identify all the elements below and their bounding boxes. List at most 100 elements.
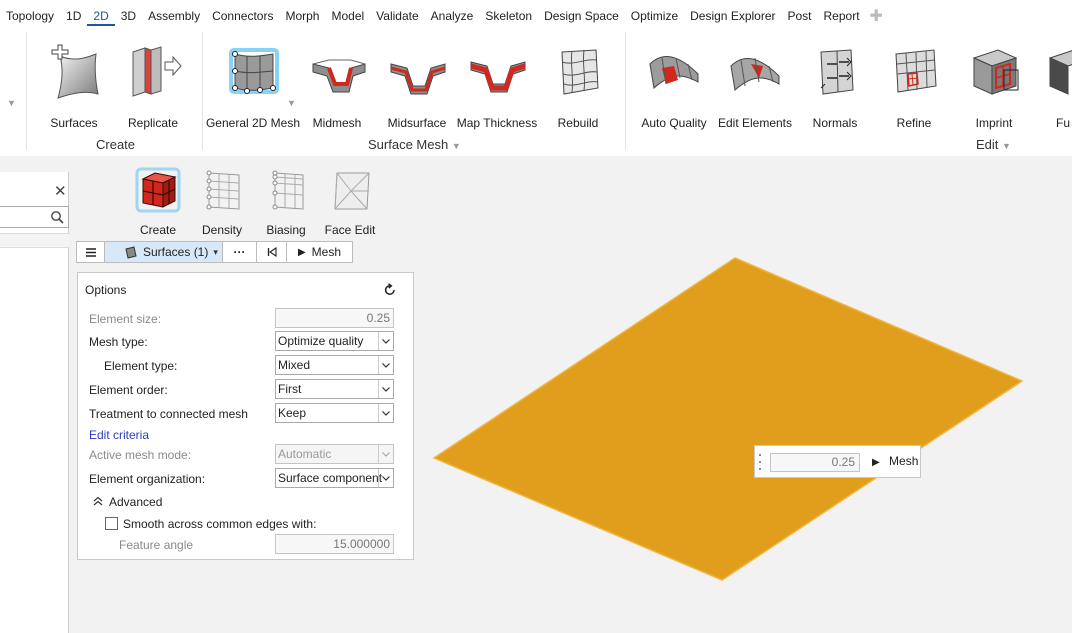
ribbon: ▼ Surfaces Replicate Create General 2D M… bbox=[0, 32, 1072, 156]
rebuild-button[interactable]: Rebuild bbox=[536, 40, 620, 136]
mesh-mini-button[interactable]: ▶ Mesh bbox=[872, 454, 918, 468]
mesh-type-select[interactable]: Optimize quality bbox=[275, 331, 394, 351]
browser-search-input[interactable] bbox=[0, 206, 69, 228]
hamburger-menu-button[interactable] bbox=[77, 242, 105, 262]
treatment-select[interactable]: Keep bbox=[275, 403, 394, 423]
map-thickness-icon bbox=[470, 61, 526, 93]
edit-group-label[interactable]: Edit ▼ bbox=[976, 137, 1011, 152]
menu-assembly[interactable]: Assembly bbox=[142, 6, 206, 26]
active-mesh-mode-select[interactable]: Automatic bbox=[275, 444, 394, 464]
menu-post[interactable]: Post bbox=[782, 6, 818, 26]
browser-column-header bbox=[0, 233, 69, 248]
reset-selection-button[interactable] bbox=[257, 242, 287, 262]
play-icon: ▶ bbox=[872, 457, 880, 468]
element-size-input[interactable]: 0.25 bbox=[275, 308, 394, 328]
red-cube-icon bbox=[135, 167, 181, 213]
reset-icon[interactable] bbox=[383, 283, 397, 297]
face-edit-label: Face Edit bbox=[324, 223, 376, 237]
chevron-down-icon bbox=[378, 404, 393, 422]
imprint-button[interactable]: Imprint bbox=[952, 40, 1036, 136]
chevron-down-icon bbox=[378, 380, 393, 398]
menu-3d[interactable]: 3D bbox=[115, 6, 142, 26]
menu-report[interactable]: Report bbox=[818, 6, 866, 26]
search-icon[interactable] bbox=[50, 210, 64, 224]
replicate-button[interactable]: Replicate bbox=[111, 40, 195, 136]
surface-mesh-group-label[interactable]: Surface Mesh ▼ bbox=[368, 137, 461, 152]
selection-text: Surfaces (1) bbox=[143, 245, 209, 259]
element-organization-label: Element organization: bbox=[89, 472, 206, 486]
edit-caret-icon: ▼ bbox=[1002, 141, 1011, 151]
replicate-icon bbox=[132, 46, 182, 97]
surfaces-icon bbox=[51, 44, 99, 99]
mesh-run-button[interactable]: ▶ Mesh bbox=[287, 242, 352, 262]
menu-2d[interactable]: 2D bbox=[87, 6, 115, 26]
feature-angle-row: Feature angle 15.000000 bbox=[78, 534, 415, 556]
advanced-toggle[interactable]: Advanced bbox=[78, 491, 415, 513]
surface-mesh-caret-icon: ▼ bbox=[451, 141, 461, 151]
surface-mesh-group-text: Surface Mesh bbox=[368, 137, 449, 152]
active-mesh-mode-row: Active mesh mode: Automatic bbox=[78, 444, 415, 466]
add-tab-icon[interactable]: ✚ bbox=[870, 6, 883, 26]
menu-design-explorer[interactable]: Design Explorer bbox=[684, 6, 781, 26]
edit-criteria-link[interactable]: Edit criteria bbox=[89, 428, 149, 442]
element-size-mini-input[interactable]: 0.25 bbox=[770, 453, 860, 472]
graphics-viewport[interactable] bbox=[420, 240, 1072, 633]
general-2d-mesh-button[interactable]: General 2D Mesh ▼ bbox=[206, 40, 300, 136]
chevron-down-icon bbox=[378, 332, 393, 350]
treatment-row: Treatment to connected mesh Keep bbox=[78, 403, 415, 425]
chevron-down-icon bbox=[378, 469, 393, 487]
menu-1d[interactable]: 1D bbox=[60, 6, 87, 26]
element-type-select[interactable]: Mixed bbox=[275, 355, 394, 375]
element-organization-select[interactable]: Surface component bbox=[275, 468, 394, 488]
density-icon bbox=[206, 170, 240, 210]
close-icon[interactable]: ✕ bbox=[54, 182, 67, 200]
smooth-label: Smooth across common edges with: bbox=[123, 517, 317, 531]
model-browser-panel: ✕ bbox=[0, 172, 69, 633]
surface-selector-icon bbox=[125, 245, 137, 259]
element-size-label: Element size: bbox=[89, 312, 162, 326]
menu-model[interactable]: Model bbox=[325, 6, 370, 26]
edit-group-text: Edit bbox=[976, 137, 999, 152]
selection-dropdown-icon: ▾ bbox=[213, 246, 218, 257]
collapse-caret-icon[interactable]: ▼ bbox=[7, 98, 16, 108]
normals-icon bbox=[820, 49, 854, 95]
ribbon-separator bbox=[26, 32, 27, 150]
menu-validate[interactable]: Validate bbox=[370, 6, 424, 26]
element-type-label: Element type: bbox=[104, 359, 178, 373]
drag-handle-icon[interactable] bbox=[758, 452, 762, 472]
fuse-icon bbox=[1048, 50, 1072, 95]
map-thickness-button[interactable]: Map Thickness bbox=[455, 40, 539, 136]
mesh-type-value: Optimize quality bbox=[278, 334, 364, 348]
element-type-row: Element type: Mixed bbox=[78, 355, 415, 377]
menu-connectors[interactable]: Connectors bbox=[206, 6, 279, 26]
chevron-down-icon bbox=[378, 445, 393, 463]
auto-quality-icon bbox=[649, 56, 699, 89]
menu-skeleton[interactable]: Skeleton bbox=[479, 6, 538, 26]
refine-icon bbox=[895, 49, 937, 93]
menu-analyze[interactable]: Analyze bbox=[425, 6, 480, 26]
face-edit-button[interactable]: Face Edit bbox=[318, 165, 382, 237]
feature-angle-input[interactable]: 15.000000 bbox=[275, 534, 394, 554]
general-2d-mesh-icon bbox=[229, 48, 279, 94]
face-edit-icon bbox=[334, 172, 370, 210]
surfaces-selector[interactable]: Surfaces (1) ▾ bbox=[105, 242, 223, 262]
edit-criteria-row: Edit criteria bbox=[78, 424, 415, 446]
fuse-button[interactable]: Fu bbox=[1032, 40, 1072, 136]
fuse-label: Fu bbox=[1056, 116, 1071, 130]
smooth-row: Smooth across common edges with: bbox=[78, 513, 415, 535]
treatment-value: Keep bbox=[278, 406, 307, 420]
rebuild-label: Rebuild bbox=[557, 116, 599, 130]
auto-quality-button[interactable]: Auto Quality bbox=[632, 40, 716, 136]
mesh-type-row: Mesh type: Optimize quality bbox=[78, 331, 415, 353]
menu-optimize[interactable]: Optimize bbox=[625, 6, 684, 26]
active-mesh-mode-label: Active mesh mode: bbox=[89, 448, 192, 462]
menu-topology[interactable]: Topology bbox=[0, 6, 60, 26]
surface-plate[interactable] bbox=[432, 257, 1024, 581]
element-order-select[interactable]: First bbox=[275, 379, 394, 399]
more-options-button[interactable]: ··· bbox=[223, 242, 257, 262]
menu-design-space[interactable]: Design Space bbox=[538, 6, 625, 26]
mesh-microdialog: 0.25 ▶ Mesh bbox=[754, 445, 921, 478]
smooth-checkbox[interactable] bbox=[105, 517, 118, 530]
menu-morph[interactable]: Morph bbox=[279, 6, 325, 26]
mesh-type-label: Mesh type: bbox=[89, 335, 148, 349]
